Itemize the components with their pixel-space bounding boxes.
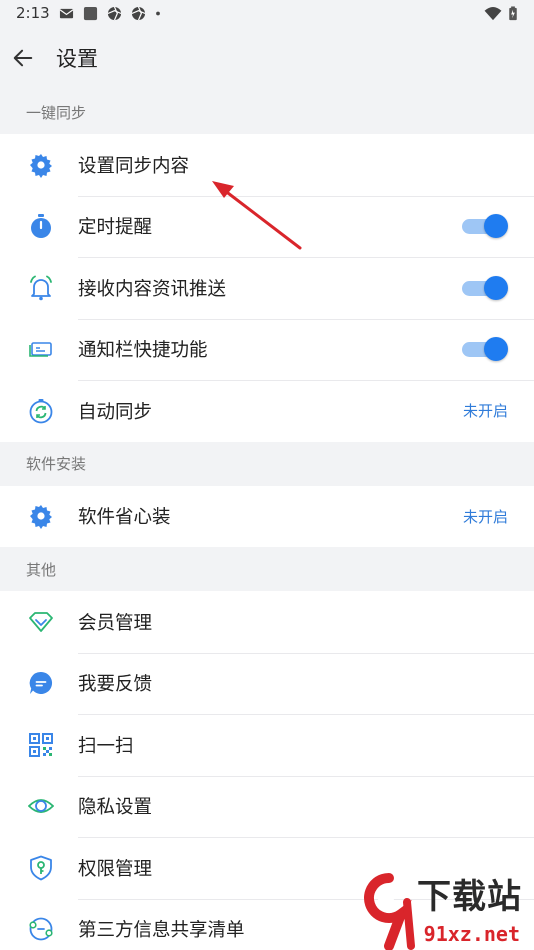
shield-key-icon bbox=[30, 855, 52, 881]
setting-feedback[interactable]: 我要反馈 bbox=[0, 652, 534, 715]
setting-third-party-share[interactable]: 第三方信息共享清单 bbox=[0, 898, 534, 950]
qr-code-icon bbox=[29, 732, 53, 757]
app-bar: 设置 bbox=[0, 26, 534, 90]
setting-notification-shortcuts[interactable]: 通知栏快捷功能 bbox=[0, 318, 534, 381]
dot-icon bbox=[155, 11, 160, 15]
eye-icon bbox=[28, 799, 54, 814]
aperture-icon bbox=[107, 6, 121, 20]
card-icon bbox=[29, 342, 52, 358]
gear-icon bbox=[30, 153, 52, 178]
setting-label: 隐私设置 bbox=[78, 797, 153, 819]
diamond-icon bbox=[29, 611, 53, 632]
setting-label: 接收内容资讯推送 bbox=[78, 278, 227, 300]
setting-label: 软件省心装 bbox=[78, 507, 171, 529]
easy-install-status: 未开启 bbox=[462, 507, 508, 526]
share-list-icon bbox=[29, 917, 53, 941]
settings-group-sync: 设置同步内容 定时提醒 接收内容资讯推送 通知栏快捷功能 自动同步 未开启 bbox=[0, 134, 534, 442]
setting-privacy[interactable]: 隐私设置 bbox=[0, 775, 534, 838]
status-bar: 2:13 bbox=[0, 0, 534, 26]
notification-shortcuts-toggle[interactable] bbox=[462, 336, 508, 362]
setting-easy-install[interactable]: 软件省心装 未开启 bbox=[0, 486, 534, 548]
setting-label: 会员管理 bbox=[78, 612, 153, 634]
section-header-other: 其他 bbox=[26, 560, 57, 579]
setting-sync-content[interactable]: 设置同步内容 bbox=[0, 134, 534, 196]
section-header-install: 软件安装 bbox=[26, 455, 87, 473]
setting-label: 自动同步 bbox=[78, 401, 153, 423]
stopwatch-icon bbox=[31, 214, 51, 239]
setting-label: 扫一扫 bbox=[78, 735, 134, 757]
bell-icon bbox=[30, 275, 52, 301]
setting-auto-sync[interactable]: 自动同步 未开启 bbox=[0, 380, 534, 442]
aperture-icon bbox=[131, 6, 145, 20]
sync-icon bbox=[29, 398, 53, 424]
section-header-sync: 一键同步 bbox=[26, 103, 87, 122]
setting-label: 定时提醒 bbox=[78, 217, 153, 239]
setting-label: 设置同步内容 bbox=[78, 155, 190, 177]
setting-label: 第三方信息共享清单 bbox=[78, 920, 245, 942]
setting-label: 通知栏快捷功能 bbox=[78, 340, 208, 362]
wifi-icon bbox=[484, 6, 502, 20]
battery-icon bbox=[509, 5, 517, 20]
setting-permissions[interactable]: 权限管理 bbox=[0, 837, 534, 899]
setting-membership[interactable]: 会员管理 bbox=[0, 591, 534, 653]
page-title: 设置 bbox=[56, 47, 98, 71]
setting-scan[interactable]: 扫一扫 bbox=[0, 714, 534, 776]
chat-bubble-icon bbox=[29, 672, 53, 695]
back-arrow-icon[interactable] bbox=[12, 47, 34, 69]
app-square-icon bbox=[83, 6, 97, 20]
settings-group-install: 软件省心装 未开启 bbox=[0, 485, 534, 548]
setting-content-push[interactable]: 接收内容资讯推送 bbox=[0, 257, 534, 319]
timed-reminder-toggle[interactable] bbox=[462, 213, 508, 239]
status-time: 2:13 bbox=[16, 4, 50, 22]
settings-group-other: 会员管理 我要反馈 扫一扫 隐私设置 权限管理 第三方信息共享清单 bbox=[0, 591, 534, 950]
content-push-toggle[interactable] bbox=[462, 275, 508, 301]
setting-timed-reminder[interactable]: 定时提醒 bbox=[0, 195, 534, 258]
setting-label: 我要反馈 bbox=[78, 674, 153, 696]
gear-icon bbox=[30, 505, 52, 530]
auto-sync-status: 未开启 bbox=[462, 402, 508, 421]
mail-icon bbox=[59, 8, 74, 18]
setting-label: 权限管理 bbox=[78, 858, 153, 880]
